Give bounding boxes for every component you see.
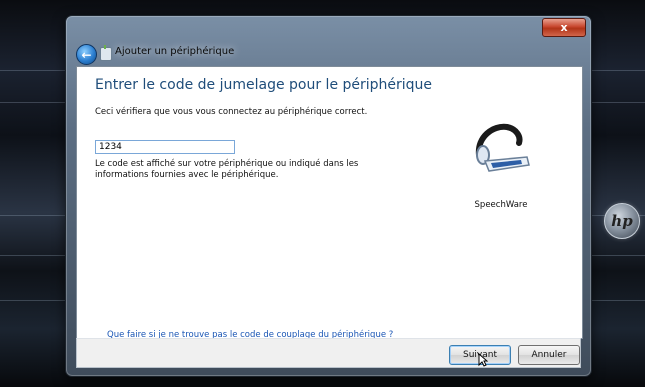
hint-line-1: Le code est affiché sur votre périphériq…: [95, 159, 359, 169]
close-button[interactable]: x: [542, 18, 586, 37]
add-device-window: x ← Ajouter un périphérique Entrer le co…: [65, 15, 592, 377]
pairing-code-input[interactable]: 1234: [95, 140, 235, 154]
back-button[interactable]: ←: [76, 44, 97, 65]
pairing-code-value: 1234: [99, 142, 122, 152]
dialog-content: Entrer le code de jumelage pour le périp…: [76, 66, 583, 340]
device-name: SpeechWare: [474, 200, 528, 210]
title-bar: x ← Ajouter un périphérique: [66, 16, 591, 66]
cancel-button[interactable]: Annuler: [518, 345, 580, 365]
window-title: Ajouter un périphérique: [115, 46, 235, 57]
hp-logo-icon: hp: [604, 203, 640, 239]
close-icon: x: [560, 21, 568, 34]
cancel-button-label: Annuler: [531, 350, 567, 360]
mouse-cursor-icon: [478, 353, 488, 367]
hint-text: Le code est affiché sur votre périphériq…: [95, 159, 395, 181]
hint-line-2: informations fournies avec le périphériq…: [95, 170, 279, 180]
bluetooth-device-icon: [100, 45, 112, 61]
headset-icon: [475, 123, 530, 172]
back-arrow-icon: ←: [81, 47, 92, 62]
page-title: Entrer le code de jumelage pour le périp…: [95, 77, 433, 93]
dialog-footer: Suivant Annuler: [76, 338, 581, 368]
description-text: Ceci vérifiera que vous vous connectez a…: [95, 107, 368, 117]
